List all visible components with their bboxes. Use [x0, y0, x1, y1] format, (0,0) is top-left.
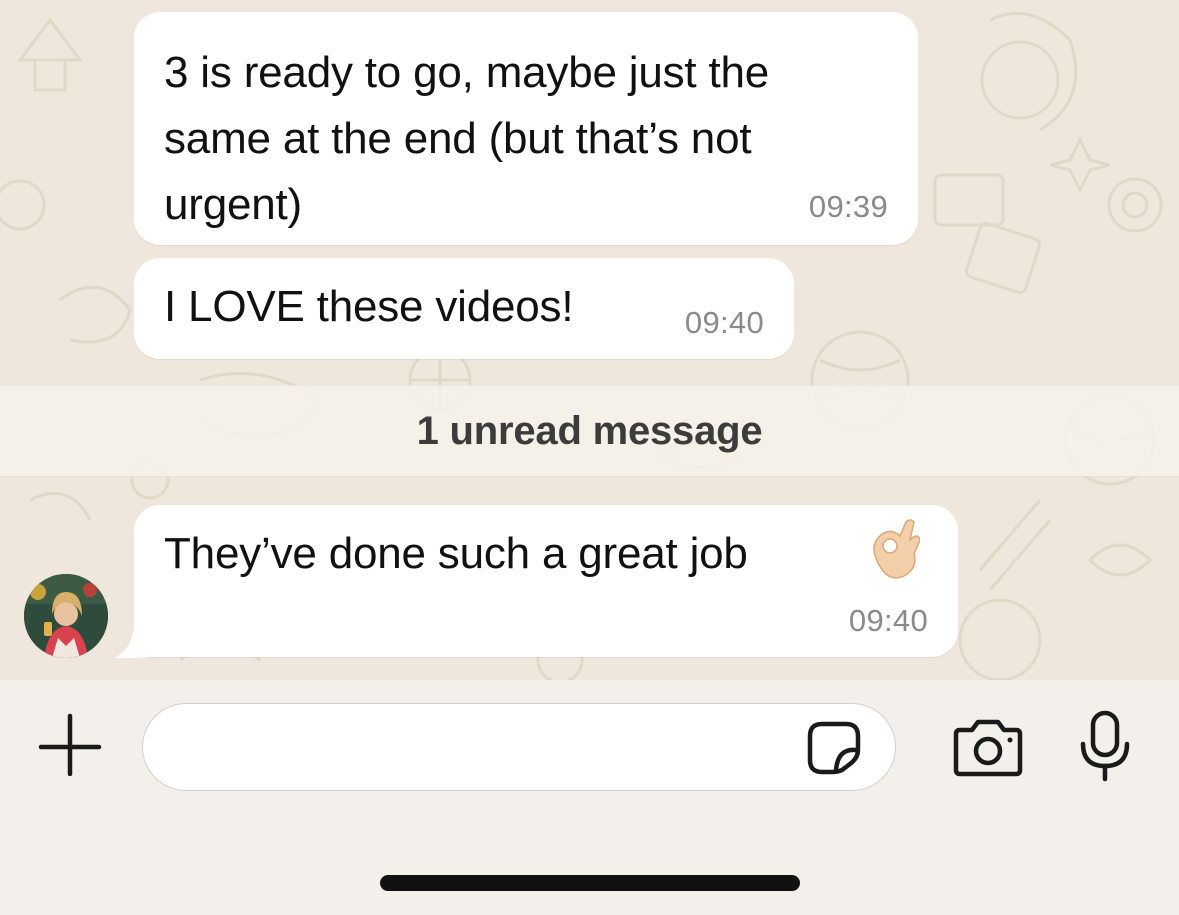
- camera-icon[interactable]: [950, 718, 1026, 778]
- microphone-icon[interactable]: [1078, 710, 1132, 782]
- unread-divider-label: 1 unread message: [416, 408, 763, 453]
- message-text: They’ve done such a great job: [164, 529, 748, 578]
- message-text: I LOVE these videos!: [164, 282, 574, 331]
- message-text: 3 is ready to go, maybe just the same at…: [164, 48, 770, 229]
- ok-hand-emoji-icon: [873, 519, 920, 579]
- message-input[interactable]: [142, 703, 896, 791]
- message-timestamp: 09:40: [684, 305, 764, 340]
- chat-area[interactable]: 3 is ready to go, maybe just the same at…: [0, 0, 1179, 680]
- plus-icon[interactable]: [38, 712, 102, 776]
- unread-divider: 1 unread message: [0, 385, 1179, 477]
- message-timestamp: 09:40: [848, 603, 928, 638]
- message-bubble[interactable]: 3 is ready to go, maybe just the same at…: [134, 12, 918, 245]
- sticker-icon[interactable]: [804, 718, 864, 778]
- message-bubble[interactable]: They’ve done such a great job 09:40: [134, 505, 958, 657]
- message-timestamp: 09:39: [808, 189, 888, 224]
- contact-avatar[interactable]: [24, 574, 108, 658]
- message-bubble[interactable]: I LOVE these videos! 09:40: [134, 258, 794, 359]
- avatar-photo: [24, 574, 108, 658]
- home-indicator[interactable]: [380, 875, 800, 891]
